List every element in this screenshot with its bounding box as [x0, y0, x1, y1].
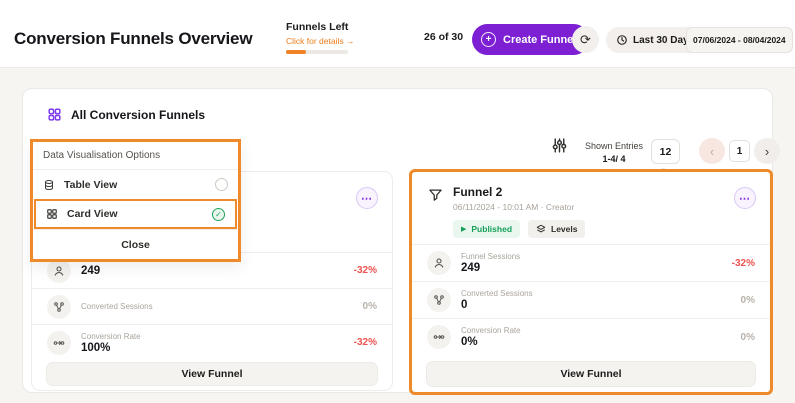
pagination-next-button[interactable]: › [754, 138, 780, 164]
metric-value: 0% [461, 336, 521, 348]
date-range[interactable]: 07/06/2024 - 08/04/2024 [686, 27, 793, 53]
funnels-progress-bar [286, 50, 348, 54]
funnel-card-header: Funnel 2 06/11/2024 - 10:01 AM · Creator… [428, 185, 585, 238]
metric-label: Conversion Rate [81, 332, 141, 341]
filter-sliders-icon[interactable] [551, 137, 568, 154]
page-size-select[interactable]: 12 [651, 139, 680, 164]
funnel-name: Funnel 2 [453, 185, 585, 199]
view-funnel-button[interactable]: View Funnel [46, 362, 378, 386]
card-menu-button[interactable]: ⋯ [356, 187, 378, 209]
metric-row-funnel-sessions: Funnel Sessions 249 -32% [412, 244, 770, 281]
metric-row-conversion-rate: Conversion Rate 0% 0% [412, 318, 770, 355]
layers-icon [536, 224, 546, 234]
funnel-icon [428, 187, 443, 238]
create-funnel-label: Create Funnel [503, 34, 576, 46]
conversion-icon [427, 325, 451, 349]
pagination-prev-button[interactable]: ‹ [699, 138, 725, 164]
option-table-view[interactable]: Table View [33, 170, 238, 199]
funnels-progress-fill [286, 50, 306, 54]
metric-label: Converted Sessions [461, 289, 533, 298]
option-card-view[interactable]: Card View ✓ [34, 199, 237, 229]
metric-label: Converted Sessions [81, 302, 153, 311]
metric-rows: 249 -32% Converted Sessions 0% [32, 252, 392, 360]
metric-label: Funnel Sessions [461, 252, 520, 261]
card-view-icon [46, 208, 58, 220]
metric-value: 100% [81, 342, 141, 354]
funnels-left-label: Funnels Left [286, 21, 355, 33]
levels-label: Levels [551, 224, 577, 234]
funnel-meta: 06/11/2024 - 10:01 AM · Creator [453, 202, 585, 212]
view-funnel-button[interactable]: View Funnel [426, 361, 756, 387]
table-view-icon [43, 179, 55, 191]
popup-title: Data Visualisation Options [33, 142, 238, 170]
conversion-icon [47, 331, 71, 355]
plus-icon: + [481, 32, 496, 47]
metric-delta: 0% [363, 301, 377, 312]
popup-close-button[interactable]: Close [33, 229, 238, 259]
published-badge: ▶ Published [453, 220, 520, 238]
metric-delta: -32% [354, 337, 377, 348]
metric-value: 249 [461, 262, 520, 274]
top-bar: Conversion Funnels Overview Funnels Left… [0, 0, 795, 68]
option-label: Table View [64, 179, 117, 191]
funnel-badges: ▶ Published Levels [453, 220, 585, 238]
data-visualisation-popup: Data Visualisation Options Table View Ca… [30, 139, 241, 262]
grid-icon [47, 107, 62, 122]
option-label: Card View [67, 208, 118, 220]
published-label: Published [471, 224, 512, 234]
funnels-left-widget[interactable]: Funnels Left Click for details → [286, 21, 355, 54]
metric-delta: 0% [741, 332, 755, 343]
metric-value: 0 [461, 299, 533, 311]
radio-unchecked[interactable] [215, 178, 228, 191]
metric-rows: Funnel Sessions 249 -32% Converted Sessi… [412, 244, 770, 355]
refresh-icon: ⟳ [580, 32, 591, 48]
funnels-count: 26 of 30 [424, 31, 463, 43]
metric-delta: -32% [732, 258, 755, 269]
refresh-button[interactable]: ⟳ [572, 26, 599, 53]
metric-row-conversion-rate: Conversion Rate 100% -32% [32, 324, 392, 360]
metric-label: Conversion Rate [461, 326, 521, 335]
pagination-page-1[interactable]: 1 [729, 140, 750, 162]
shown-entries-label: Shown Entries [585, 141, 643, 151]
section-header: All Conversion Funnels [47, 107, 205, 122]
page-title: Conversion Funnels Overview [14, 29, 252, 49]
person-icon [427, 251, 451, 275]
radio-checked[interactable]: ✓ [212, 208, 225, 221]
metric-row-converted-sessions: Converted Sessions 0% [32, 288, 392, 324]
metric-value: 249 [81, 265, 100, 277]
person-icon [47, 259, 71, 283]
levels-badge[interactable]: Levels [528, 220, 585, 238]
network-icon [427, 288, 451, 312]
funnels-left-link[interactable]: Click for details → [286, 36, 355, 46]
metric-delta: 0% [741, 295, 755, 306]
shown-entries: Shown Entries 1-4/ 4 [585, 141, 643, 164]
metric-row-converted-sessions: Converted Sessions 0 0% [412, 281, 770, 318]
funnel-card-2: Funnel 2 06/11/2024 - 10:01 AM · Creator… [409, 169, 773, 395]
section-title: All Conversion Funnels [71, 108, 205, 122]
clock-icon [616, 34, 628, 46]
time-range-label: Last 30 Days [633, 35, 694, 46]
metric-delta: -32% [354, 265, 377, 276]
card-menu-button[interactable]: ⋯ [734, 187, 756, 209]
shown-entries-value: 1-4/ 4 [585, 154, 643, 164]
network-icon [47, 295, 71, 319]
play-icon: ▶ [461, 225, 466, 233]
